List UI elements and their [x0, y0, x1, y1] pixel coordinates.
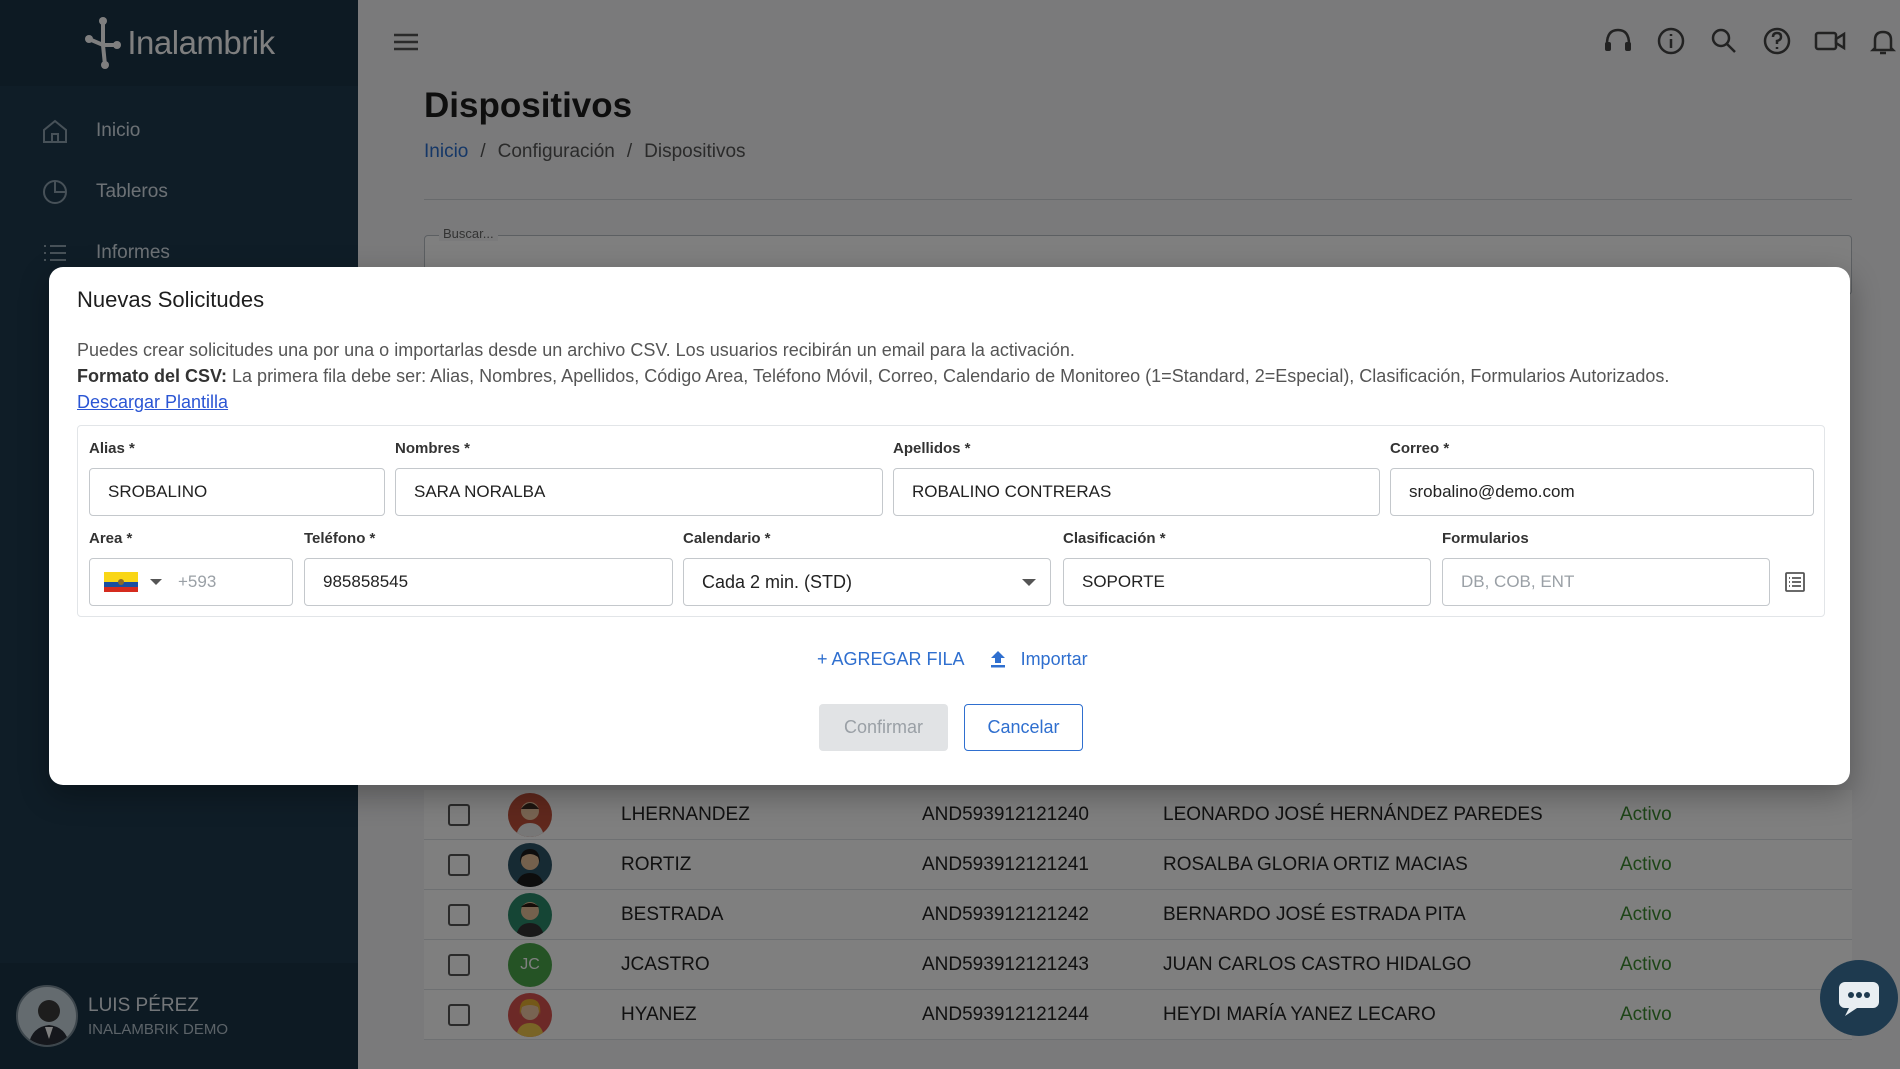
import-button[interactable]: Importar — [987, 648, 1088, 670]
nombres-label: Nombres * — [395, 440, 471, 457]
csv-format-label: Formato del CSV: — [77, 366, 228, 386]
download-template-link[interactable]: Descargar Plantilla — [77, 392, 228, 412]
upload-icon — [990, 651, 1005, 668]
alias-label: Alias * — [89, 440, 135, 457]
telefono-label: Teléfono * — [304, 530, 376, 547]
add-row-button[interactable]: + AGREGAR FILA — [817, 649, 965, 670]
calendario-select[interactable]: Cada 2 min. (STD) — [683, 558, 1051, 606]
formularios-label: Formularios — [1442, 530, 1529, 547]
apellidos-field[interactable]: ROBALINO CONTRERAS — [893, 468, 1380, 516]
alias-field[interactable]: SROBALINO — [89, 468, 385, 516]
chevron-down-icon — [1022, 579, 1036, 586]
chevron-down-icon — [150, 579, 162, 585]
clasificacion-field[interactable]: SOPORTE — [1063, 558, 1431, 606]
request-row-form: Alias * SROBALINO Nombres * SARA NORALBA… — [77, 425, 1825, 617]
ecuador-flag-icon — [104, 572, 138, 592]
area-code-select[interactable]: +593 — [89, 558, 293, 606]
telefono-field[interactable]: 985858545 — [304, 558, 673, 606]
correo-field[interactable]: srobalino@demo.com — [1390, 468, 1814, 516]
import-label: Importar — [1020, 648, 1088, 669]
new-requests-dialog: Nuevas Solicitudes Puedes crear solicitu… — [49, 267, 1850, 785]
chat-icon — [1839, 982, 1879, 1016]
chat-button[interactable] — [1820, 960, 1898, 1036]
area-label: Area * — [89, 530, 133, 547]
csv-format-line: Formato del CSV: La primera fila debe se… — [77, 363, 1669, 389]
description-line: Puedes crear solicitudes una por una o i… — [77, 340, 1075, 360]
calendario-value: Cada 2 min. (STD) — [702, 571, 853, 592]
nombres-field[interactable]: SARA NORALBA — [395, 468, 883, 516]
row-actions: + AGREGAR FILA Importar — [817, 648, 1088, 670]
csv-format-text: La primera fila debe ser: Alias, Nombres… — [227, 366, 1670, 386]
cancel-button[interactable]: Cancelar — [964, 704, 1083, 751]
dialog-title: Nuevas Solicitudes — [77, 287, 265, 312]
confirm-button[interactable]: Confirmar — [819, 704, 948, 751]
apellidos-label: Apellidos * — [893, 440, 971, 457]
formularios-field[interactable]: DB, COB, ENT — [1442, 558, 1770, 606]
dialog-description: Puedes crear solicitudes una por una o i… — [77, 337, 1669, 415]
clasificacion-label: Clasificación * — [1063, 530, 1166, 547]
area-code-placeholder: +593 — [178, 572, 217, 591]
calendario-label: Calendario * — [683, 530, 771, 547]
correo-label: Correo * — [1390, 440, 1450, 457]
form-list-icon[interactable] — [1783, 570, 1807, 594]
